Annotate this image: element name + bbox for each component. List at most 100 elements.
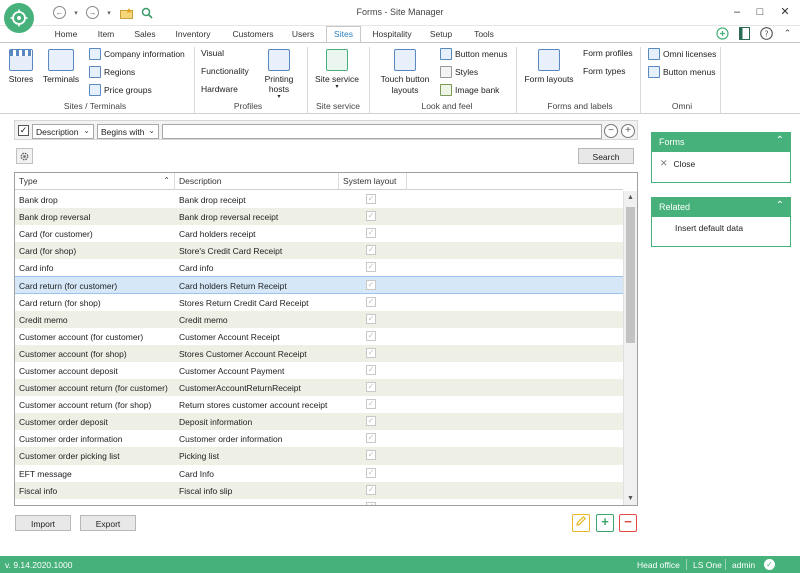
cell-type: Customer order picking list xyxy=(19,451,120,462)
tab-item[interactable]: Item xyxy=(96,27,116,42)
cell-description: Stores Customer Account Receipt xyxy=(179,348,307,359)
column-header-type[interactable]: Type ⌃ xyxy=(15,173,175,190)
regions-button[interactable]: Regions xyxy=(89,66,135,78)
tab-inventory[interactable]: Inventory xyxy=(173,27,213,42)
related-panel-header[interactable]: Related ⌃ xyxy=(652,198,790,217)
system-layout-checkbox: ✓ xyxy=(366,501,376,505)
collapse-ribbon-icon[interactable]: ⌃ xyxy=(781,27,794,40)
system-layout-checkbox: ✓ xyxy=(366,347,376,358)
functionality-button[interactable]: Functionality xyxy=(201,66,249,76)
maximize-button[interactable]: □ xyxy=(751,4,769,20)
column-header-system-layout[interactable]: System layout xyxy=(339,173,407,190)
add-icon[interactable]: + xyxy=(596,514,614,532)
styles-icon xyxy=(440,66,452,78)
table-row[interactable]: Customer order picking list Picking list ✓ xyxy=(15,447,623,465)
table-row[interactable]: Customer order deposit Deposit informatio… xyxy=(15,413,623,431)
table-row[interactable]: Bank drop reversal Bank drop reversal rec… xyxy=(15,208,623,226)
stores-label: Stores xyxy=(8,74,34,84)
help-icon[interactable]: ? xyxy=(760,27,773,40)
form-layouts-button[interactable]: Form layouts xyxy=(521,49,577,84)
touch-button-layouts-button[interactable]: Touch button layouts xyxy=(376,49,434,96)
import-button[interactable]: Import xyxy=(15,515,71,531)
search-button[interactable]: Search xyxy=(578,148,634,164)
hardware-button[interactable]: Hardware xyxy=(201,84,238,94)
insert-default-data-label: Insert default data xyxy=(675,223,744,233)
table-row[interactable]: Bank drop Bank drop receipt ✓ xyxy=(15,191,623,208)
column-header-description[interactable]: Description xyxy=(175,173,339,190)
collapse-icon[interactable]: ⌃ xyxy=(776,135,784,146)
table-row[interactable]: Card info Card info ✓ xyxy=(15,259,623,276)
styles-button[interactable]: Styles xyxy=(440,66,478,78)
minimize-button[interactable]: – xyxy=(728,4,746,20)
button-menus-button[interactable]: Button menus xyxy=(440,48,507,60)
ribbon-tabs: Home Item Sales Inventory Customers User… xyxy=(0,26,800,42)
tab-tools[interactable]: Tools xyxy=(472,27,496,42)
company-information-button[interactable]: Company information xyxy=(89,48,185,60)
table-row[interactable]: EFT message Card Info ✓ xyxy=(15,465,623,482)
export-button[interactable]: Export xyxy=(80,515,136,531)
tab-sales[interactable]: Sales xyxy=(133,27,157,42)
site-service-button[interactable]: Site service ▾ xyxy=(311,49,363,90)
visual-button[interactable]: Visual xyxy=(201,48,224,58)
omni-button-menus-button[interactable]: Button menus xyxy=(648,66,715,78)
cell-description: Return stores customer account receipt xyxy=(179,400,328,411)
delete-icon[interactable]: − xyxy=(619,514,637,532)
filter-operator-select[interactable]: Begins with ⌄ xyxy=(97,124,159,139)
table-row[interactable]: Fiscal info Fiscal info slip ✓ xyxy=(15,481,623,499)
remove-filter-icon[interactable]: − xyxy=(604,124,618,138)
tab-setup[interactable]: Setup xyxy=(429,27,453,42)
filter-value-input[interactable] xyxy=(162,124,602,139)
table-row[interactable]: Credit memo Credit memo ✓ xyxy=(15,310,623,328)
table-row[interactable]: Customer account (for shop) Stores Custom… xyxy=(15,344,623,362)
table-row[interactable]: Customer account return (for shop) Return… xyxy=(15,396,623,413)
collapse-icon[interactable]: ⌃ xyxy=(776,200,784,211)
system-layout-checkbox: ✓ xyxy=(366,330,376,341)
group-label-forms-and-labels: Forms and labels xyxy=(547,101,613,111)
table-row[interactable]: Customer account return (for customer) Cu… xyxy=(15,379,623,397)
close-link[interactable]: ✕ Close xyxy=(652,152,790,175)
app-logo-icon[interactable] xyxy=(4,3,34,33)
vertical-scrollbar[interactable]: ▲ ▼ xyxy=(623,191,637,505)
tab-users[interactable]: Users xyxy=(291,27,315,42)
system-layout-checkbox: ✓ xyxy=(366,245,376,256)
edit-icon[interactable] xyxy=(572,514,590,532)
styles-label: Styles xyxy=(455,67,479,77)
settings-button[interactable] xyxy=(16,148,33,164)
tab-customers[interactable]: Customers xyxy=(231,27,275,42)
table-row[interactable]: Customer order information Customer order… xyxy=(15,430,623,447)
cell-type: Customer account deposit xyxy=(19,365,118,376)
sync-icon[interactable] xyxy=(716,27,729,40)
table-row[interactable]: Card return (for customer) Card holders R… xyxy=(15,276,623,294)
filter-field-select[interactable]: Description ⌄ xyxy=(32,124,94,139)
table-row[interactable]: Float entry Float entry receipt ✓ xyxy=(15,499,623,505)
price-groups-button[interactable]: Price groups xyxy=(89,84,152,96)
cell-description: Credit memo xyxy=(179,314,228,325)
scroll-down-icon[interactable]: ▼ xyxy=(624,492,637,505)
form-types-button[interactable]: Form types xyxy=(583,66,626,76)
printing-hosts-button[interactable]: Printing hosts ▾ xyxy=(258,49,300,100)
omni-licenses-label: Omni licenses xyxy=(663,49,717,59)
filter-enabled-checkbox[interactable]: ✓ xyxy=(18,125,29,136)
forms-panel-header[interactable]: Forms ⌃ xyxy=(652,133,790,152)
scroll-up-icon[interactable]: ▲ xyxy=(624,191,637,204)
tab-sites[interactable]: Sites xyxy=(326,26,361,42)
table-row[interactable]: Card (for shop) Store's Credit Card Recei… xyxy=(15,242,623,260)
scroll-thumb[interactable] xyxy=(626,207,635,343)
omni-licenses-button[interactable]: Omni licenses xyxy=(648,48,716,60)
insert-default-data-link[interactable]: Insert default data xyxy=(652,217,790,239)
close-window-button[interactable]: ✕ xyxy=(776,4,794,20)
table-row[interactable]: Customer account deposit Customer Account… xyxy=(15,362,623,379)
tab-hospitality[interactable]: Hospitality xyxy=(370,27,414,42)
add-filter-icon[interactable]: + xyxy=(621,124,635,138)
stores-button[interactable]: Stores xyxy=(4,49,38,84)
cell-description: Bank drop receipt xyxy=(179,195,246,205)
table-row[interactable]: Customer account (for customer) Customer … xyxy=(15,328,623,345)
terminals-button[interactable]: Terminals xyxy=(40,49,82,84)
form-profiles-button[interactable]: Form profiles xyxy=(583,48,633,58)
tab-home[interactable]: Home xyxy=(54,27,78,42)
ribbon-separator xyxy=(640,47,641,113)
image-bank-button[interactable]: Image bank xyxy=(440,84,499,96)
table-row[interactable]: Card return (for shop) Stores Return Cred… xyxy=(15,294,623,311)
table-row[interactable]: Card (for customer) Card holders receipt ✓ xyxy=(15,225,623,242)
book-icon[interactable] xyxy=(738,27,751,40)
